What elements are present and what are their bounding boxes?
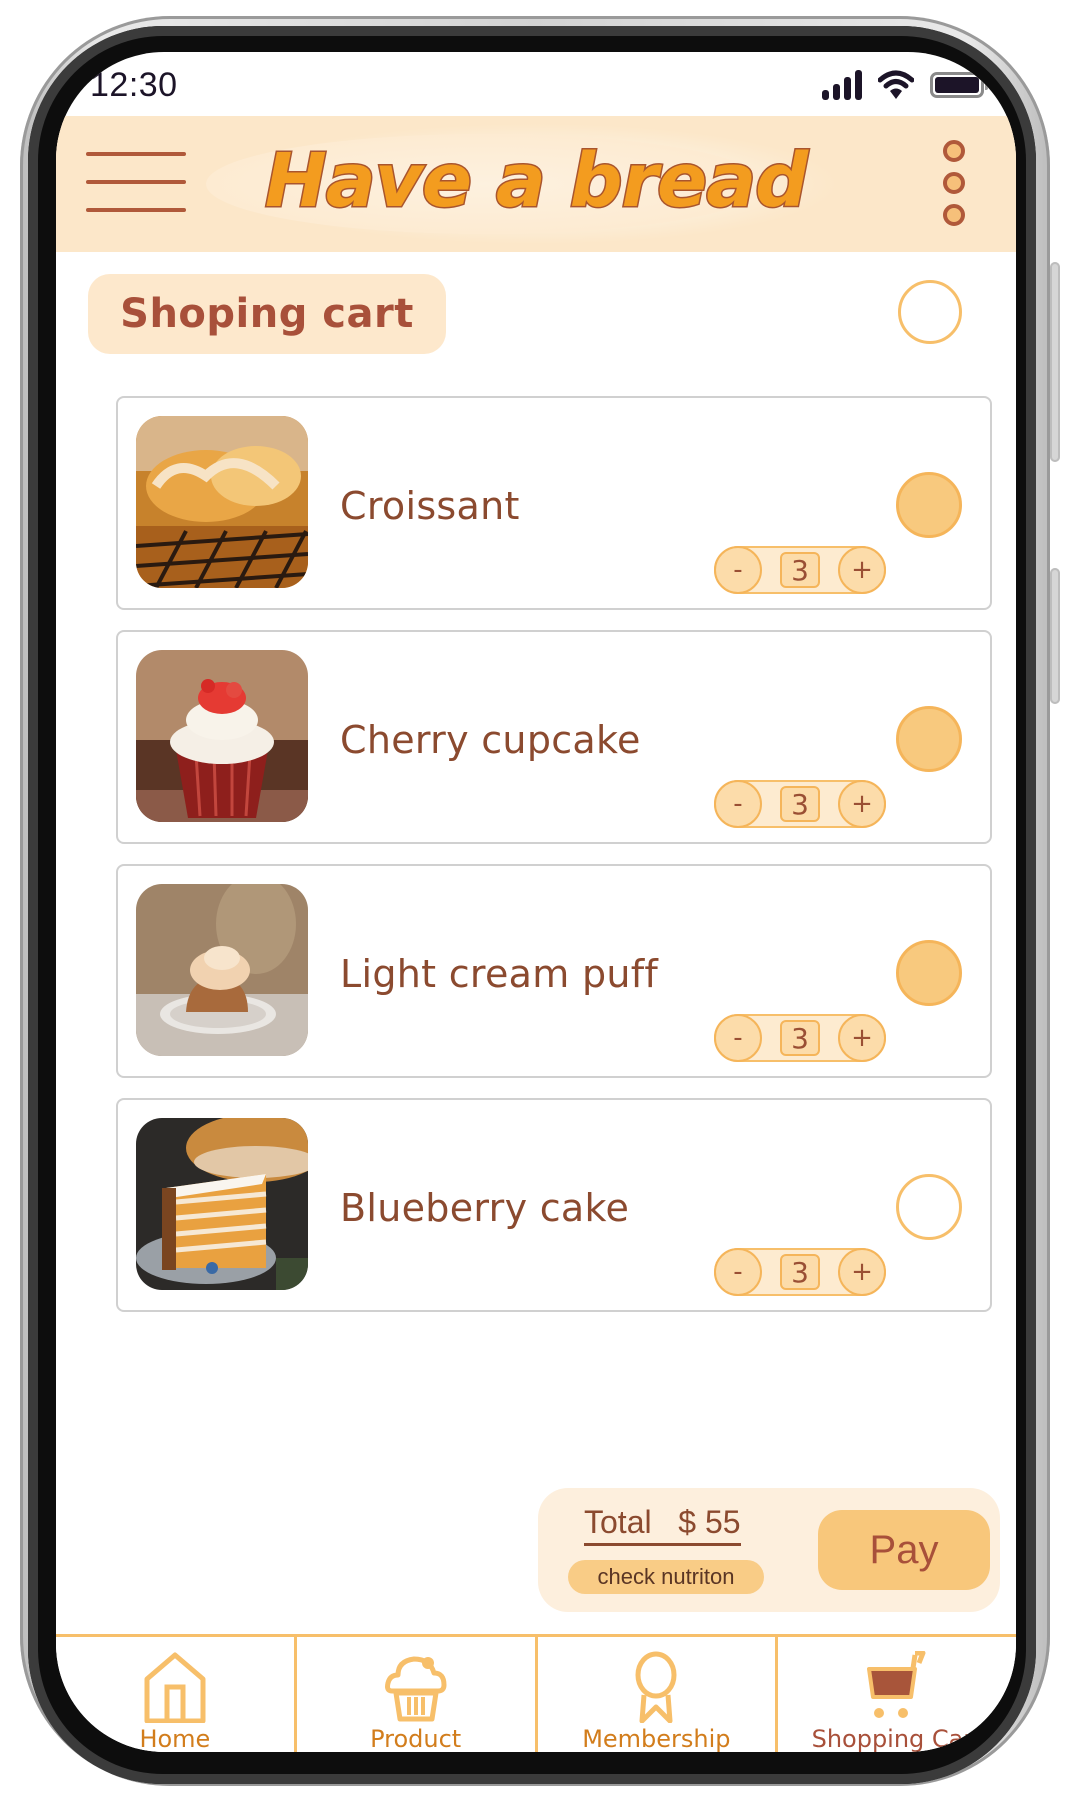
bottom-nav: Home Product Membership Shopping Cart <box>56 1634 1016 1752</box>
item-select-checkbox[interactable] <box>896 472 962 538</box>
item-select-checkbox[interactable] <box>896 940 962 1006</box>
decrease-button[interactable]: - <box>714 546 762 594</box>
increase-button[interactable]: + <box>838 546 886 594</box>
cart-item: Blueberry cake - 3 + <box>116 1098 992 1312</box>
item-name: Blueberry cake <box>340 1186 630 1230</box>
item-name: Croissant <box>340 484 520 528</box>
quantity-value[interactable]: 3 <box>780 1254 820 1290</box>
cart-heading: Shoping cart <box>88 274 446 354</box>
increase-button[interactable]: + <box>838 1014 886 1062</box>
quantity-value[interactable]: 3 <box>780 552 820 588</box>
nav-product[interactable]: Product <box>297 1637 538 1752</box>
item-select-checkbox[interactable] <box>896 1174 962 1240</box>
cherry-cupcake-photo <box>136 650 308 822</box>
signal-icon <box>822 70 862 100</box>
blueberry-cake-photo <box>136 1118 308 1290</box>
cart-item: Light cream puff - 3 + <box>116 864 992 1078</box>
increase-button[interactable]: + <box>838 1248 886 1296</box>
volume-button <box>1050 262 1060 462</box>
increase-button[interactable]: + <box>838 780 886 828</box>
item-name: Cherry cupcake <box>340 718 641 762</box>
status-time: 12:30 <box>90 66 178 104</box>
nav-label: Home <box>139 1725 211 1752</box>
item-name: Light cream puff <box>340 952 659 996</box>
item-select-checkbox[interactable] <box>896 706 962 772</box>
quantity-stepper: - 3 + <box>714 780 886 828</box>
nav-shopping-cart[interactable]: Shopping Cart <box>778 1637 1016 1752</box>
nav-membership[interactable]: Membership <box>538 1637 779 1752</box>
wifi-icon <box>878 70 914 99</box>
app-screen: 12:30 Have a bread Shoping cart Croissan… <box>56 52 1016 1752</box>
app-title: Have a bread <box>263 137 809 226</box>
nav-home[interactable]: Home <box>56 1637 297 1752</box>
select-all-checkbox[interactable] <box>898 280 962 344</box>
decrease-button[interactable]: - <box>714 1248 762 1296</box>
more-vertical-icon[interactable] <box>940 140 966 230</box>
nav-label: Shopping Cart <box>811 1725 983 1752</box>
quantity-stepper: - 3 + <box>714 1014 886 1062</box>
pay-button[interactable]: Pay <box>818 1510 990 1590</box>
check-nutrition-button[interactable]: check nutriton <box>568 1560 764 1594</box>
decrease-button[interactable]: - <box>714 1014 762 1062</box>
cart-item: Croissant - 3 + <box>116 396 992 610</box>
total-amount: Total $ 55 <box>584 1504 741 1546</box>
checkout-panel: Total $ 55 check nutriton Pay <box>538 1488 1000 1612</box>
nav-label: Product <box>370 1725 462 1752</box>
cart-item: Cherry cupcake - 3 + <box>116 630 992 844</box>
quantity-value[interactable]: 3 <box>780 1020 820 1056</box>
home-icon <box>144 1652 206 1723</box>
app-header: Have a bread <box>56 116 1016 252</box>
cream-puff-photo <box>136 884 308 1056</box>
quantity-value[interactable]: 3 <box>780 786 820 822</box>
croissant-photo <box>136 416 308 588</box>
quantity-stepper: - 3 + <box>714 546 886 594</box>
power-button <box>1050 568 1060 704</box>
decrease-button[interactable]: - <box>714 780 762 828</box>
quantity-stepper: - 3 + <box>714 1248 886 1296</box>
award-ribbon-icon <box>635 1651 677 1723</box>
battery-icon <box>930 72 988 98</box>
cupcake-icon <box>384 1656 447 1722</box>
status-icons <box>822 70 988 100</box>
shopping-cart-icon <box>867 1651 926 1718</box>
nav-label: Membership <box>582 1725 731 1752</box>
